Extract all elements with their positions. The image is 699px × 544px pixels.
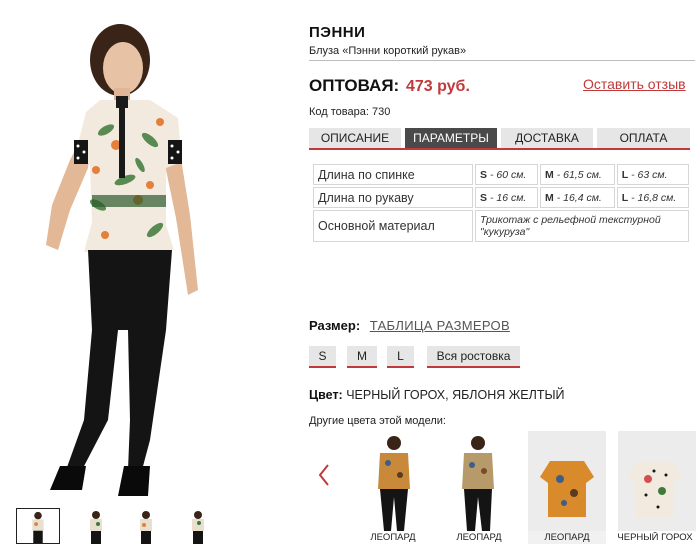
color-variant-1[interactable] (354, 431, 432, 544)
tabs-underline (309, 148, 690, 150)
table-row: Длина по спинке S - 60 см. M - 61,5 см. … (313, 164, 689, 185)
leave-review-link[interactable]: Оставить отзыв (583, 76, 686, 92)
param-value-s: S - 16 см. (475, 187, 539, 208)
parameters-table: Длина по спинке S - 60 см. M - 61,5 см. … (311, 162, 691, 244)
thumbnail-1[interactable] (16, 508, 60, 544)
size-table-link[interactable]: ТАБЛИЦА РАЗМЕРОВ (370, 318, 510, 333)
param-label: Длина по рукаву (313, 187, 473, 208)
table-row: Длина по рукаву S - 16 см. M - 16,4 см. … (313, 187, 689, 208)
color-variant-2[interactable] (440, 431, 518, 544)
variant-caption: ЛЕОПАРД (544, 532, 590, 543)
product-subtitle: Блуза «Пэнни короткий рукав» (309, 45, 467, 57)
tab-description[interactable]: ОПИСАНИЕ (309, 128, 401, 148)
color-label: Цвет: (309, 388, 343, 402)
all-sizes-button[interactable]: Вся ростовка (427, 346, 520, 368)
price-label: ОПТОВАЯ: (309, 76, 400, 95)
size-m-button[interactable]: M (347, 346, 377, 368)
color-variant-4[interactable] (618, 431, 696, 544)
variant-caption: ЛЕОПАРД (456, 532, 502, 543)
param-value-l: L - 16,8 см. (616, 187, 689, 208)
param-value-m: M - 16,4 см. (540, 187, 615, 208)
size-row: Размер: ТАБЛИЦА РАЗМЕРОВ (309, 318, 510, 333)
table-row: Основной материал Трикотаж с рельефной т… (313, 210, 689, 242)
tab-delivery[interactable]: ДОСТАВКА (501, 128, 593, 148)
thumbnail-4[interactable] (176, 508, 220, 544)
param-value-m: M - 61,5 см. (540, 164, 615, 185)
product-title: ПЭННИ (309, 24, 366, 41)
size-label: Размер: (309, 318, 361, 333)
product-tabs: ОПИСАНИЕ ПАРАМЕТРЫ ДОСТАВКА ОПЛАТА (309, 128, 690, 148)
color-variant-3[interactable] (528, 431, 606, 544)
param-value-s: S - 60 см. (475, 164, 539, 185)
price-row: ОПТОВАЯ: 473 руб. (309, 76, 470, 96)
other-colors-label: Другие цвета этой модели: (309, 415, 446, 427)
divider (309, 60, 695, 61)
size-l-button[interactable]: L (387, 346, 414, 368)
thumbnail-strip (14, 508, 294, 544)
thumbnail-3[interactable] (124, 508, 168, 544)
thumbnail-2[interactable] (74, 508, 118, 544)
price-value: 473 руб. (405, 78, 470, 95)
material-value: Трикотаж с рельефной текстурной "кукуруз… (475, 210, 689, 242)
param-value-l: L - 63 см. (616, 164, 689, 185)
param-label: Длина по спинке (313, 164, 473, 185)
product-main-photo[interactable] (0, 0, 290, 505)
param-label: Основной материал (313, 210, 473, 242)
color-row: Цвет: ЧЕРНЫЙ ГОРОХ, ЯБЛОНЯ ЖЕЛТЫЙ (309, 388, 565, 402)
variant-caption: ЧЕРНЫЙ ГОРОХ (617, 532, 693, 543)
product-sku: Код товара: 730 (309, 106, 391, 118)
tab-payment[interactable]: ОПЛАТА (597, 128, 690, 148)
color-value: ЧЕРНЫЙ ГОРОХ, ЯБЛОНЯ ЖЕЛТЫЙ (346, 388, 565, 402)
carousel-prev-icon[interactable] (316, 462, 332, 488)
variant-caption: ЛЕОПАРД (370, 532, 416, 543)
size-s-button[interactable]: S (309, 346, 336, 368)
tab-parameters[interactable]: ПАРАМЕТРЫ (405, 128, 497, 148)
